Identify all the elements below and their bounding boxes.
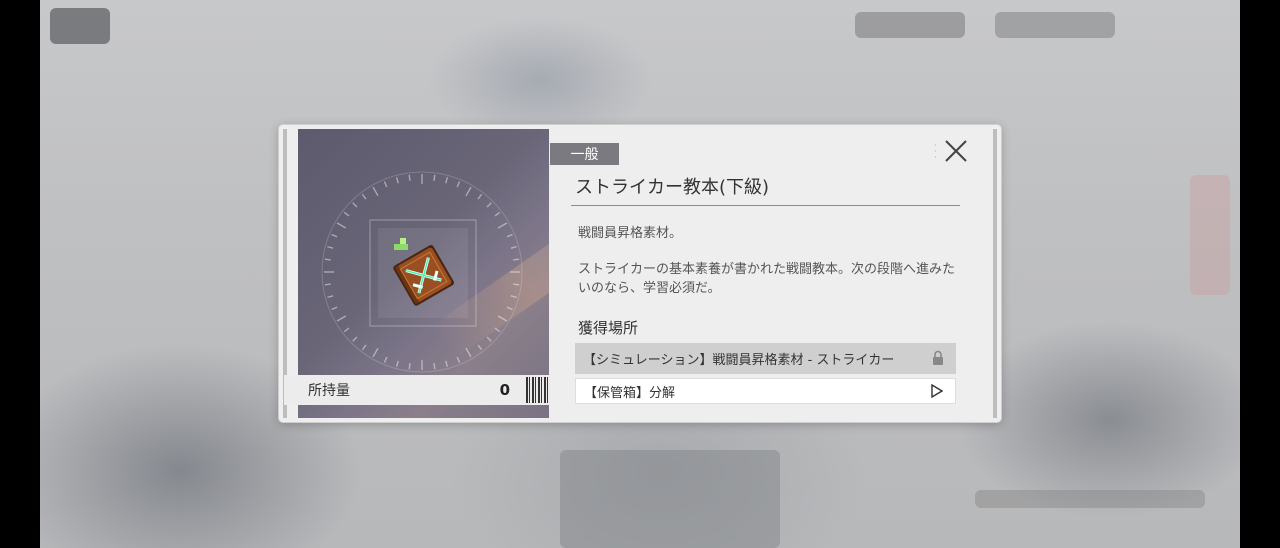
dial-tick (433, 174, 436, 181)
dial-tick (510, 245, 517, 249)
dial-tick (372, 347, 379, 358)
dial-tick (352, 202, 358, 208)
dial-tick (408, 174, 411, 181)
source-item-simulation[interactable]: 【シミュレーション】戦闘員昇格素材 - ストライカー (575, 343, 956, 374)
lock-icon (933, 350, 943, 365)
dial-tick (486, 202, 492, 208)
dial-tick (343, 327, 350, 333)
close-icon[interactable] (944, 139, 968, 163)
dial-tick (395, 177, 399, 184)
dial-tick (383, 356, 388, 363)
dial-tick (372, 186, 379, 197)
dial-tick (445, 177, 449, 184)
dial-tick (465, 347, 472, 358)
dial-tick (497, 222, 508, 229)
dial-tick (513, 258, 520, 261)
dial-tick (327, 245, 334, 249)
dial-tick (433, 363, 436, 370)
source-item-storage-box[interactable]: 【保管箱】分解 (575, 378, 956, 404)
acquisition-title: 獲得場所 (578, 319, 639, 337)
background-blur-element (1190, 175, 1230, 295)
dial-tick (336, 222, 347, 229)
barcode-decoration (526, 377, 548, 403)
dial-tick (456, 181, 461, 188)
dial-tick (486, 336, 492, 342)
item-detail-dialog: 所持量 0 一般 ストライカー教本(下級) · · · 戦闘員昇格素材。 ストライカ… (279, 125, 1001, 422)
book-with-crossed-swords-icon (393, 238, 454, 306)
dial-tick (494, 211, 501, 217)
source-item-label: 【保管箱】分解 (584, 385, 676, 401)
background-blur-element (995, 12, 1115, 38)
dial-tick (506, 306, 513, 311)
dial-tick (456, 356, 461, 363)
quantity-label: 所持量 (308, 383, 350, 399)
dial-tick (331, 233, 338, 238)
dial-tick (506, 233, 513, 238)
dial-tick (383, 181, 388, 188)
dial-tick (361, 344, 367, 351)
dial-tick (324, 258, 331, 261)
dial-tick (324, 283, 331, 286)
dial-tick (465, 186, 472, 197)
background-blur-element (560, 450, 780, 548)
dial-tick (327, 295, 334, 299)
title-divider (571, 205, 960, 206)
dial-tick (336, 315, 347, 322)
dial-tick (343, 211, 350, 217)
rarity-tag: 一般 (550, 143, 619, 165)
dial-tick (331, 306, 338, 311)
item-name: ストライカー教本(下級) (575, 177, 770, 198)
quantity-value: 0 (499, 381, 510, 399)
dial-tick (361, 193, 367, 200)
dial-tick (395, 360, 399, 367)
background-blur-element (975, 490, 1205, 508)
drag-dots-icon: · · · (934, 141, 937, 162)
dial-tick (513, 283, 520, 286)
quantity-bar: 所持量 0 (284, 375, 550, 405)
dial-tick (408, 363, 411, 370)
dial-tick (510, 295, 517, 299)
play-arrow-icon (931, 384, 943, 398)
panel-right-rail (993, 129, 997, 418)
item-description-long: ストライカーの基本素養が書かれた戦闘教本。次の段階へ進みたいのなら、学習必須だ。 (578, 262, 956, 296)
background-blur-element (50, 8, 110, 44)
background-blur-element (855, 12, 965, 38)
dial-tick (497, 315, 508, 322)
source-item-label: 【シミュレーション】戦闘員昇格素材 - ストライカー (583, 353, 895, 368)
dial-tick (494, 327, 501, 333)
dial-tick (477, 344, 483, 351)
dial-tick (445, 360, 449, 367)
dial-tick (477, 193, 483, 200)
dial-tick (352, 336, 358, 342)
item-description-short: 戦闘員昇格素材。 (578, 226, 683, 241)
